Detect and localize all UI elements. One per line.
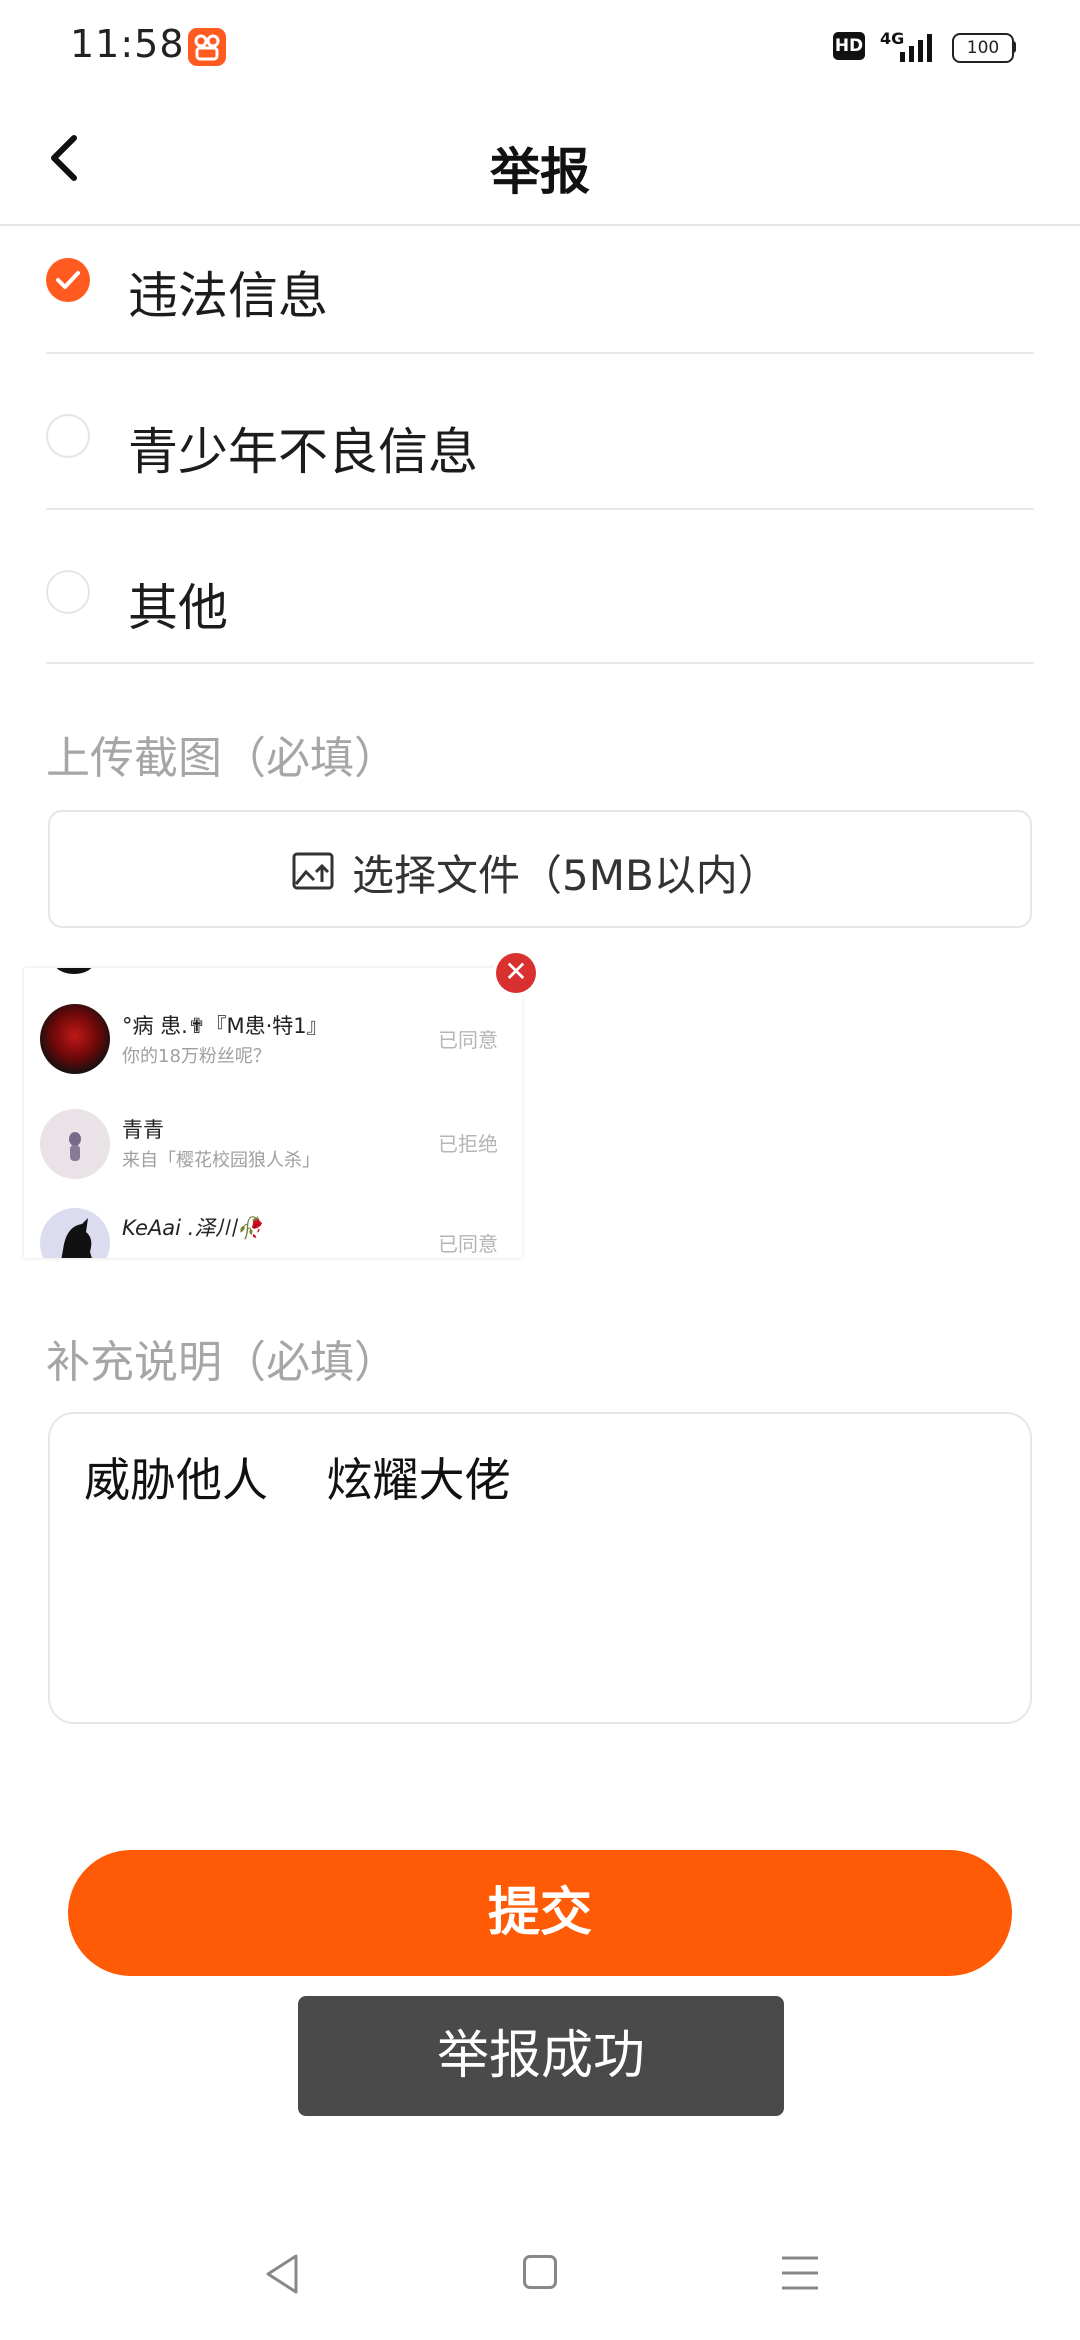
upload-section-label: 上传截图（必填） [46,733,398,784]
row-status: 已同意 [438,1028,498,1052]
option-radio-youth[interactable] [46,414,90,458]
option-label-illegal[interactable]: 违法信息 [128,256,328,328]
divider [46,662,1034,664]
submit-button[interactable]: 提交 [68,1850,1012,1976]
avatar [40,1208,110,1258]
nav-back-icon[interactable] [262,2252,302,2296]
row-name: °病 患.✟『M患·特1』 [122,1014,328,1038]
list-item: °病 患.✟『M患·特1』 你的18万粉丝呢？ 已同意 [24,1004,522,1104]
avatar [40,1109,110,1179]
nav-menu-icon[interactable] [780,2254,820,2292]
battery-tip [1012,41,1016,53]
option-label-youth[interactable]: 青少年不良信息 [128,412,478,484]
nav-home-icon[interactable] [523,2255,557,2289]
description-section-label: 补充说明（必填） [46,1337,398,1388]
uploaded-screenshot[interactable]: °病 患.✟『M患·特1』 你的18万粉丝呢？ 已同意 青青 来自「樱花校园狼人… [24,968,522,1258]
divider [46,508,1034,510]
header-divider [0,224,1080,226]
option-radio-illegal[interactable] [46,258,90,302]
row-name: KeAai .泽川🥀 [122,1216,263,1240]
check-icon [56,271,80,289]
row-name: 青青 [122,1118,164,1142]
page-title: 举报 [490,143,590,201]
close-circle-icon[interactable]: ✕ [496,953,536,993]
option-radio-other[interactable] [46,570,90,614]
signal-icon [898,32,938,62]
avatar [40,1004,110,1074]
image-upload-icon [292,852,334,890]
description-value: 威胁他人 炫耀大佬 [84,1453,511,1507]
row-status: 已拒绝 [438,1132,498,1156]
divider [46,352,1034,354]
row-subtitle: 来自「樱花校园狼人杀」 [122,1150,320,1171]
cropped-avatar [54,968,94,974]
choose-file-label: 选择文件（5MB以内） [352,851,780,900]
list-item: 青青 来自「樱花校园狼人杀」 已拒绝 [24,1109,522,1214]
option-label-other[interactable]: 其他 [128,568,228,640]
hd-badge: HD [833,32,865,60]
list-item: KeAai .泽川🥀 已同意 [24,1208,522,1258]
battery-icon: 100 [952,33,1014,63]
status-time: 11:58 [70,22,185,66]
row-status: 已同意 [438,1232,498,1256]
success-toast: 举报成功 [298,1996,784,2116]
app-notification-icon [188,28,226,66]
row-subtitle: 你的18万粉丝呢？ [122,1046,271,1067]
